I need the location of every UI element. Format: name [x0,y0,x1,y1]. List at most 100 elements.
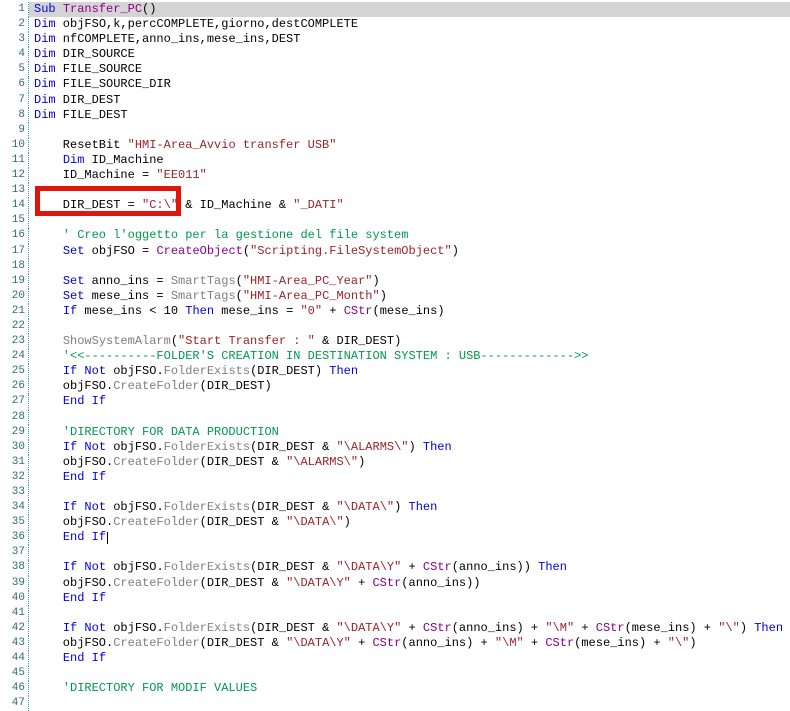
code-token: 'DIRECTORY FOR MODIF VALUES [34,681,258,696]
code-line[interactable]: Sub Transfer_PC() [29,2,790,18]
code-line[interactable]: If Not objFSO.FolderExists(DIR_DEST) The… [29,364,790,379]
code-row: 3 Dim nfCOMPLETE,anno_ins,mese_ins,DEST [0,32,790,48]
code-line[interactable]: If Not objFSO.FolderExists(DIR_DEST & "\… [29,560,790,575]
code-token: Then [422,439,452,454]
code-token: "0" [300,303,323,318]
code-line[interactable]: ID_Machine = "EE011" [29,168,790,183]
code-token: CreateFolder [113,454,200,469]
code-line[interactable]: If Not objFSO.FolderExists(DIR_DEST & "\… [29,500,790,515]
code-line[interactable]: End If [29,591,790,606]
code-token: DIR_DEST [55,92,121,107]
code-line[interactable]: End If [29,470,790,485]
line-number: 5 [0,62,29,78]
line-number: 44 [0,651,29,667]
code-token: If [62,560,78,575]
code-token: (anno_ins)) [401,575,481,590]
line-number: 12 [0,168,29,184]
code-row: 17 Set objFSO = CreateObject("Scripting.… [0,243,790,259]
code-row: 44 End If [0,651,790,667]
code-line[interactable]: objFSO.CreateFolder(DIR_DEST & "\ALARMS\… [29,455,790,470]
code-line[interactable]: Dim FILE_DEST [29,108,790,123]
code-token: FolderExists [163,620,251,635]
code-token: + [401,620,423,635]
code-line[interactable]: Dim FILE_SOURCE_DIR [29,77,790,92]
code-line[interactable]: If Not objFSO.FolderExists(DIR_DEST & "\… [29,440,790,455]
code-token: "\DATA\" [336,500,395,515]
code-line[interactable]: Dim objFSO,k,percCOMPLETE,giorno,destCOM… [29,17,790,32]
code-token: ResetBit [34,137,128,152]
line-number: 30 [0,439,29,455]
code-line[interactable] [29,410,790,425]
code-row: 25 If Not objFSO.FolderExists(DIR_DEST) … [0,364,790,380]
code-token: ( [235,273,243,288]
code-token: DIR_DEST = [34,198,143,213]
line-number: 15 [0,213,29,229]
code-row: 28 [0,409,790,425]
code-token: + [523,635,546,650]
code-line[interactable]: Dim DIR_SOURCE [29,47,790,62]
code-line[interactable]: ResetBit "HMI-Area_Avvio transfer USB" [29,138,790,153]
code-row: 37 [0,545,790,561]
code-line[interactable] [29,319,790,334]
code-line[interactable]: '<<----------FOLDER'S CREATION IN DESTIN… [29,349,790,364]
code-line[interactable]: objFSO.CreateFolder(DIR_DEST & "\DATA\Y"… [29,636,790,651]
code-token: FILE_DEST [55,107,128,122]
code-line[interactable]: Set mese_ins = SmartTags("HMI-Area_PC_Mo… [29,289,790,304]
code-line[interactable] [29,123,790,138]
code-token: ID_Machine [84,152,164,167]
code-line[interactable]: Set objFSO = CreateObject("Scripting.Fil… [29,244,790,259]
code-line[interactable] [29,259,790,274]
code-editor[interactable]: 1 Sub Transfer_PC() 2 Dim objFSO,k,percCOMP… [0,0,790,711]
code-line[interactable]: DIR_DEST = "C:\" & ID_Machine & "_DATI" [29,198,790,213]
code-token: End If [62,651,107,666]
code-row: 40 End If [0,590,790,606]
code-line[interactable]: Dim nfCOMPLETE,anno_ins,mese_ins,DEST [29,32,790,47]
code-row: 12 ID_Machine = "EE011" [0,168,790,184]
code-token: "\DATA\Y" [286,635,351,650]
code-line[interactable] [29,213,790,228]
code-token: (mese_ins) + [574,635,668,650]
code-token: + [350,575,373,590]
code-line[interactable]: ' Creo l'oggetto per la gestione del fil… [29,228,790,243]
code-line[interactable]: objFSO.CreateFolder(DIR_DEST & "\DATA\Y"… [29,576,790,591]
code-line[interactable]: End If [29,651,790,666]
code-line[interactable]: If Not objFSO.FolderExists(DIR_DEST & "\… [29,621,790,636]
code-line[interactable]: End If [29,530,790,545]
code-token: End If [62,394,107,409]
code-line[interactable]: If mese_ins < 10 Then mese_ins = "0" + C… [29,304,790,319]
code-row: 19 Set anno_ins = SmartTags("HMI-Area_PC… [0,273,790,289]
code-token: objFSO. [34,454,114,469]
line-number: 42 [0,620,29,636]
code-row: 46 'DIRECTORY FOR MODIF VALUES [0,681,790,697]
code-row: 32 End If [0,469,790,485]
code-line[interactable]: Dim ID_Machine [29,153,790,168]
code-lines-container: 1 Sub Transfer_PC() 2 Dim objFSO,k,percCOMP… [0,2,790,711]
code-line[interactable]: Dim DIR_DEST [29,93,790,108]
code-line[interactable]: 'DIRECTORY FOR MODIF VALUES [29,681,790,696]
code-row: 13 [0,183,790,199]
code-line[interactable]: Set anno_ins = SmartTags("HMI-Area_PC_Ye… [29,274,790,289]
code-line[interactable]: objFSO.CreateFolder(DIR_DEST) [29,379,790,394]
code-line[interactable]: Dim FILE_SOURCE [29,62,790,77]
code-line[interactable] [29,666,790,681]
code-line[interactable] [29,485,790,500]
code-line[interactable] [29,183,790,198]
code-token: (anno_ins) + [401,635,495,650]
code-line[interactable] [29,606,790,621]
line-number: 8 [0,107,29,123]
code-token: ID_Machine = [34,168,157,183]
code-line[interactable]: End If [29,394,790,409]
code-line[interactable]: objFSO.CreateFolder(DIR_DEST & "\DATA\") [29,515,790,530]
code-line[interactable]: ShowSystemAlarm("Start Transfer : " & DI… [29,334,790,349]
code-line[interactable]: 'DIRECTORY FOR DATA PRODUCTION [29,425,790,440]
code-token: Sub [34,2,56,16]
code-token: (anno_ins)) [451,560,539,575]
code-line[interactable] [29,545,790,560]
code-token: CStr [422,620,452,635]
code-row: 10 ResetBit "HMI-Area_Avvio transfer USB… [0,137,790,153]
code-line[interactable] [29,696,790,711]
